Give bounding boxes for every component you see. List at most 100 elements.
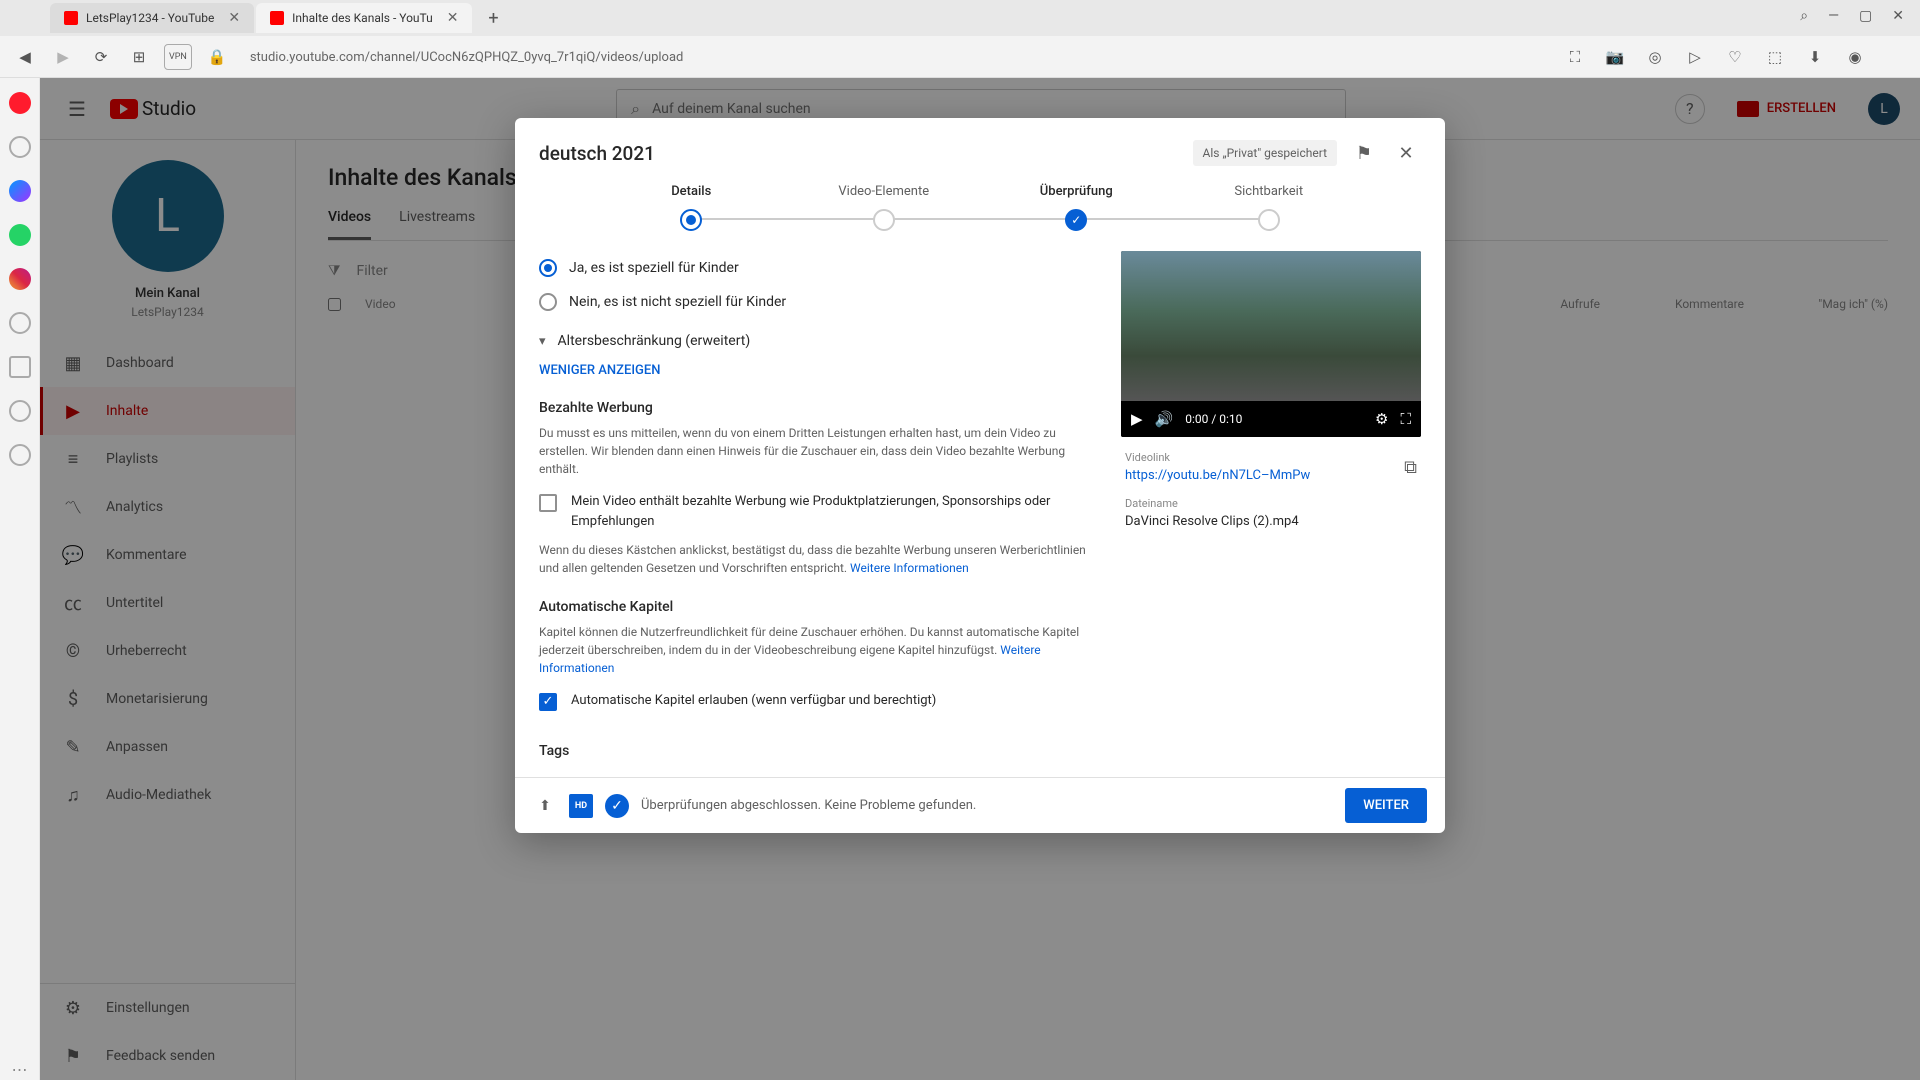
chapters-desc: Kapitel können die Nutzerfreundlichkeit … [539, 623, 1097, 677]
chapters-checkbox-row[interactable]: Automatische Kapitel erlauben (wenn verf… [539, 677, 1097, 721]
upload-icon[interactable]: ⬆ [533, 794, 557, 818]
step-elements[interactable]: Video-Elemente [788, 184, 981, 231]
copy-icon[interactable]: ⧉ [1404, 457, 1417, 478]
fullscreen-icon[interactable]: ⛶ [1400, 410, 1411, 428]
youtube-favicon [64, 11, 78, 25]
gear-icon[interactable]: ⚙ [1375, 410, 1388, 428]
video-time: 0:00 / 0:10 [1185, 412, 1363, 426]
paid-ads-checkbox-row[interactable]: Mein Video enthält bezahlte Werbung wie … [539, 478, 1097, 541]
play-icon[interactable] [9, 356, 31, 378]
minimize-icon[interactable]: — [1828, 8, 1839, 24]
form-area: Ja, es ist speziell für Kinder Nein, es … [539, 251, 1097, 777]
close-icon[interactable]: ✕ [447, 10, 459, 26]
videolink-label: Videolink [1125, 451, 1310, 464]
tab-title: LetsPlay1234 - YouTube [86, 11, 214, 25]
footer-status: Überprüfungen abgeschlossen. Keine Probl… [641, 798, 976, 813]
close-icon[interactable]: ✕ [228, 10, 240, 26]
tab-title: Inhalte des Kanals - YouTu [292, 11, 433, 25]
radio-icon [539, 293, 557, 311]
clock-icon[interactable] [9, 400, 31, 422]
cube-icon[interactable]: ⬚ [1762, 44, 1788, 70]
check-icon: ✓ [605, 794, 629, 818]
checkbox-icon [539, 494, 557, 512]
videolink-value[interactable]: https://youtu.be/nN7LC–MmPw [1125, 468, 1310, 483]
tab-bar: LetsPlay1234 - YouTube ✕ Inhalte des Kan… [0, 0, 1920, 36]
close-window-icon[interactable]: ✕ [1892, 8, 1904, 24]
instagram-icon[interactable] [9, 268, 31, 290]
send-icon[interactable]: ▷ [1682, 44, 1708, 70]
more-info-link[interactable]: Weitere Informationen [850, 561, 969, 575]
window-controls: ⌕ — ▢ ✕ [1784, 0, 1920, 32]
download-icon[interactable]: ⬇ [1802, 44, 1828, 70]
tiles-icon[interactable]: ⊞ [126, 44, 152, 70]
save-status: Als „Privat" gespeichert [1193, 140, 1337, 166]
play-icon[interactable]: ▶ [1131, 410, 1143, 428]
new-tab-button[interactable]: + [480, 5, 506, 31]
close-icon[interactable]: ✕ [1391, 138, 1421, 168]
radio-icon [539, 259, 557, 277]
step-visibility[interactable]: Sichtbarkeit [1173, 184, 1366, 231]
browser-tab-active[interactable]: Inhalte des Kanals - YouTu ✕ [256, 3, 472, 33]
search-icon[interactable]: ⌕ [1800, 8, 1808, 24]
next-button[interactable]: WEITER [1345, 788, 1427, 823]
preview-area: ▶ 🔊 0:00 / 0:10 ⚙ ⛶ Videolink https://yo… [1121, 251, 1421, 777]
youtube-favicon [270, 11, 284, 25]
paid-ads-desc: Du musst es uns mitteilen, wenn du von e… [539, 424, 1097, 478]
bookmark-icon[interactable] [9, 136, 31, 158]
stepper: Details Video-Elemente Überprüfung Sicht… [515, 168, 1445, 251]
maximize-icon[interactable]: ▢ [1859, 8, 1872, 24]
show-less-link[interactable]: WENIGER ANZEIGEN [539, 363, 1097, 378]
paid-ads-confirm: Wenn du dieses Kästchen anklickst, bestä… [539, 541, 1097, 577]
video-thumbnail[interactable] [1121, 251, 1421, 401]
video-preview: ▶ 🔊 0:00 / 0:10 ⚙ ⛶ [1121, 251, 1421, 437]
back-icon[interactable]: ◀ [12, 44, 38, 70]
vpn-badge[interactable]: VPN [164, 44, 192, 70]
url-field[interactable]: studio.youtube.com/channel/UCocN6zQPHQZ_… [242, 50, 1550, 65]
filename-value: DaVinci Resolve Clips (2).mp4 [1125, 514, 1417, 529]
page-content: ☰ Studio ⌕ ? ERSTELLEN L L Mein Kanal Le… [40, 78, 1920, 1080]
step-details[interactable]: Details [595, 184, 788, 231]
reload-icon[interactable]: ⟳ [88, 44, 114, 70]
address-bar: ◀ ▶ ⟳ ⊞ VPN 🔒 studio.youtube.com/channel… [0, 36, 1920, 78]
paid-ads-title: Bezahlte Werbung [539, 400, 1097, 416]
radio-kids-yes[interactable]: Ja, es ist speziell für Kinder [539, 251, 1097, 285]
more-icon[interactable]: ⋯ [9, 1058, 31, 1080]
tags-title: Tags [539, 743, 1097, 759]
age-restriction-expand[interactable]: ▾ Altersbeschränkung (erweitert) [539, 319, 1097, 363]
whatsapp-icon[interactable] [9, 224, 31, 246]
modal-footer: ⬆ HD ✓ Überprüfungen abgeschlossen. Kein… [515, 777, 1445, 833]
step-dot [873, 209, 895, 231]
block-icon[interactable]: ◎ [1642, 44, 1668, 70]
forward-icon[interactable]: ▶ [50, 44, 76, 70]
modal-title: deutsch 2021 [539, 142, 655, 165]
browser-tab[interactable]: LetsPlay1234 - YouTube ✕ [50, 3, 254, 33]
browser-chrome: LetsPlay1234 - YouTube ✕ Inhalte des Kan… [0, 0, 1920, 78]
filename-label: Dateiname [1125, 497, 1417, 510]
modal-header: deutsch 2021 Als „Privat" gespeichert ⚑ … [515, 118, 1445, 168]
history-icon[interactable] [9, 312, 31, 334]
upload-modal: deutsch 2021 Als „Privat" gespeichert ⚑ … [515, 118, 1445, 833]
lock-icon[interactable]: 🔒 [204, 44, 230, 70]
heart-icon[interactable]: ♡ [1722, 44, 1748, 70]
video-controls: ▶ 🔊 0:00 / 0:10 ⚙ ⛶ [1121, 401, 1421, 437]
step-dot [680, 209, 702, 231]
feedback-icon[interactable]: ⚑ [1349, 138, 1379, 168]
messenger-icon[interactable] [9, 180, 31, 202]
modal-overlay: deutsch 2021 Als „Privat" gespeichert ⚑ … [40, 78, 1920, 1080]
volume-icon[interactable]: 🔊 [1155, 410, 1174, 428]
hd-badge-icon: HD [569, 794, 593, 818]
pin-icon[interactable] [9, 444, 31, 466]
step-checks[interactable]: Überprüfung [980, 184, 1173, 231]
chapters-title: Automatische Kapitel [539, 599, 1097, 615]
radio-kids-no[interactable]: Nein, es ist nicht speziell für Kinder [539, 285, 1097, 319]
modal-body: Ja, es ist speziell für Kinder Nein, es … [515, 251, 1445, 777]
profile-icon[interactable]: ◉ [1842, 44, 1868, 70]
screenshot-icon[interactable]: ⛶ [1562, 44, 1588, 70]
step-dot [1258, 209, 1280, 231]
video-meta: Videolink https://youtu.be/nN7LC–MmPw ⧉ … [1121, 437, 1421, 543]
checkbox-icon [539, 693, 557, 711]
opera-sidebar: ⋯ [0, 78, 40, 1080]
step-dot [1065, 209, 1087, 231]
opera-icon[interactable] [9, 92, 31, 114]
camera-icon[interactable]: 📷 [1602, 44, 1628, 70]
